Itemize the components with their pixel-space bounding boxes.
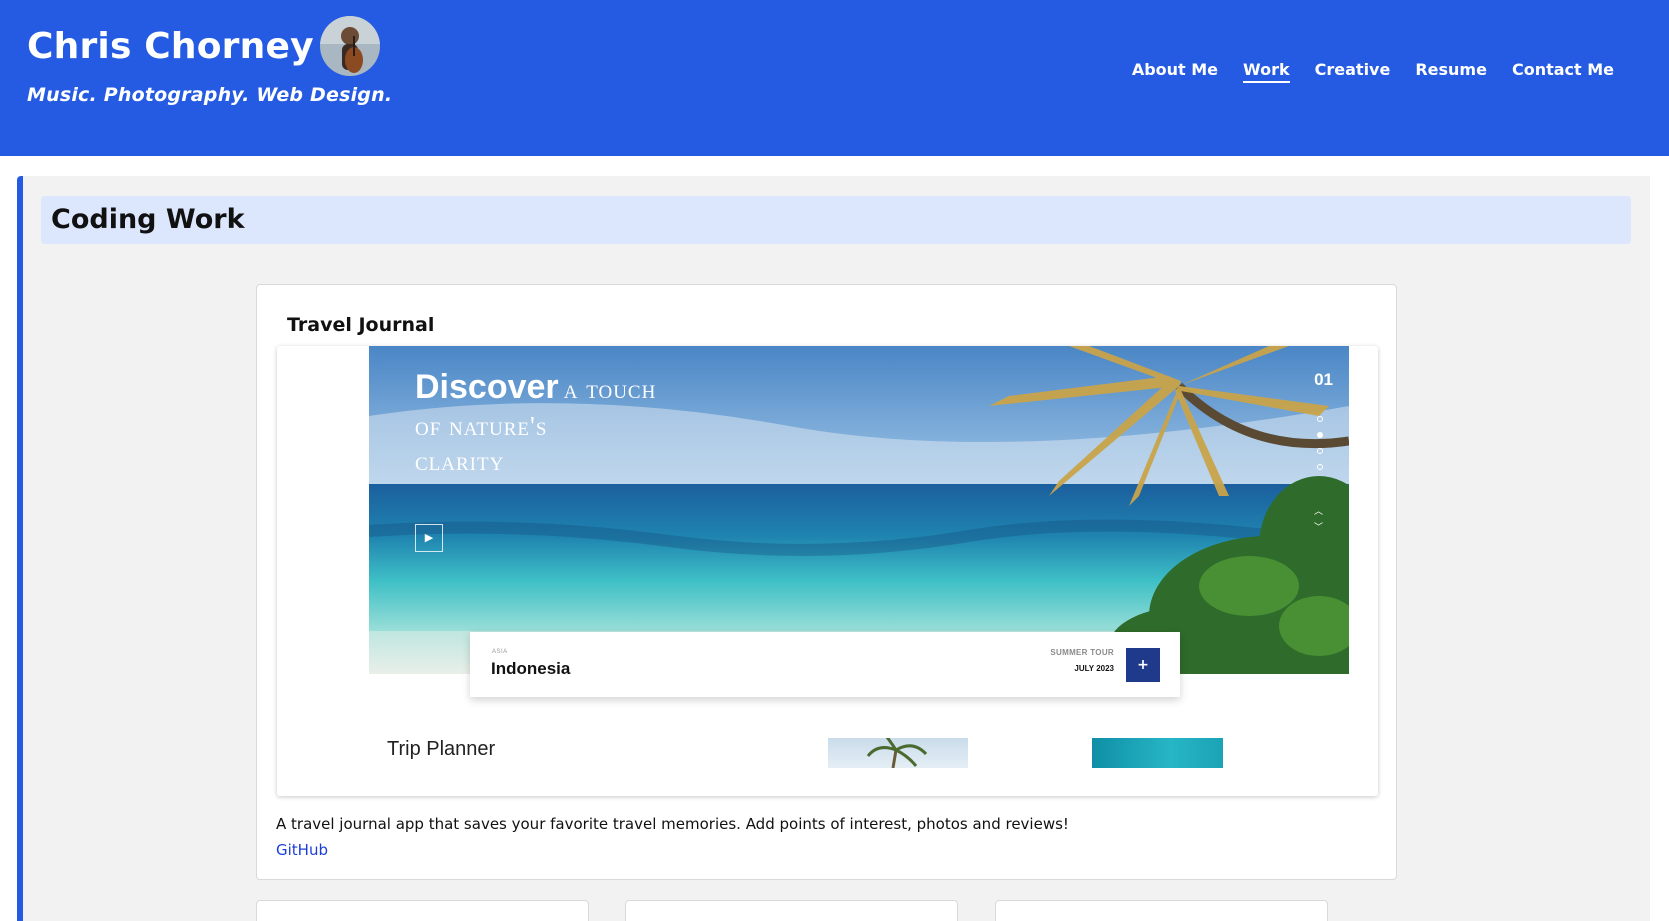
slide-dot	[1317, 448, 1323, 454]
slide-number: 01	[1314, 370, 1333, 389]
headline-line-1: a touch	[563, 374, 657, 404]
hero-banner: Discover a touch of nature's clarity ▶ 0…	[369, 346, 1349, 674]
hero-headline: Discover a touch of nature's clarity	[415, 368, 656, 477]
coding-work-section: Coding Work Travel Journal Discover a to…	[17, 176, 1650, 921]
project-description: A travel journal app that saves your fav…	[276, 815, 1069, 833]
nav-about-me[interactable]: About Me	[1132, 60, 1218, 83]
headline-line-3: clarity	[415, 446, 505, 476]
trip-planner-title: Trip Planner	[387, 738, 496, 760]
project-card	[256, 900, 589, 921]
site-title[interactable]: Chris Chorney	[27, 26, 314, 67]
brand: Chris Chorney	[27, 16, 380, 76]
project-card	[625, 900, 958, 921]
nav-creative[interactable]: Creative	[1315, 60, 1391, 83]
main-nav: About Me Work Creative Resume Contact Me	[1132, 60, 1614, 83]
project-screenshot: Discover a touch of nature's clarity ▶ 0…	[277, 346, 1378, 796]
slide-arrows-icon: ︿ ﹀	[1313, 507, 1323, 533]
project-title: Travel Journal	[287, 314, 435, 336]
slide-dot	[1317, 416, 1323, 422]
palm-thumbnail	[828, 738, 968, 768]
tour-date: JULY 2023	[1074, 664, 1114, 673]
headline-line-2: of nature's	[415, 411, 548, 441]
destination-card: ASIA Indonesia SUMMER TOUR JULY 2023 +	[470, 632, 1180, 697]
section-title-bar: Coding Work	[41, 196, 1631, 244]
nav-contact-me[interactable]: Contact Me	[1512, 60, 1614, 83]
region-label: ASIA	[492, 649, 508, 655]
destination-name: Indonesia	[491, 659, 571, 678]
slide-dot	[1317, 432, 1323, 438]
avatar	[319, 16, 380, 76]
project-card: Travel Journal Discover a touch of natur…	[256, 284, 1397, 880]
slide-dots	[1317, 416, 1323, 470]
headline-bold: Discover	[415, 368, 559, 406]
ocean-thumbnail	[1092, 738, 1223, 768]
section-title: Coding Work	[51, 204, 245, 235]
nav-resume[interactable]: Resume	[1415, 60, 1487, 83]
tour-label: SUMMER TOUR	[1050, 648, 1114, 657]
plus-icon: +	[1126, 648, 1160, 682]
site-tagline: Music. Photography. Web Design.	[27, 84, 393, 106]
project-card	[995, 900, 1328, 921]
play-icon: ▶	[415, 524, 443, 552]
site-header: Chris Chorney Music. Photography. Web De…	[0, 0, 1669, 156]
slide-dot	[1317, 464, 1323, 470]
nav-work[interactable]: Work	[1243, 60, 1290, 83]
github-link[interactable]: GitHub	[276, 841, 328, 859]
